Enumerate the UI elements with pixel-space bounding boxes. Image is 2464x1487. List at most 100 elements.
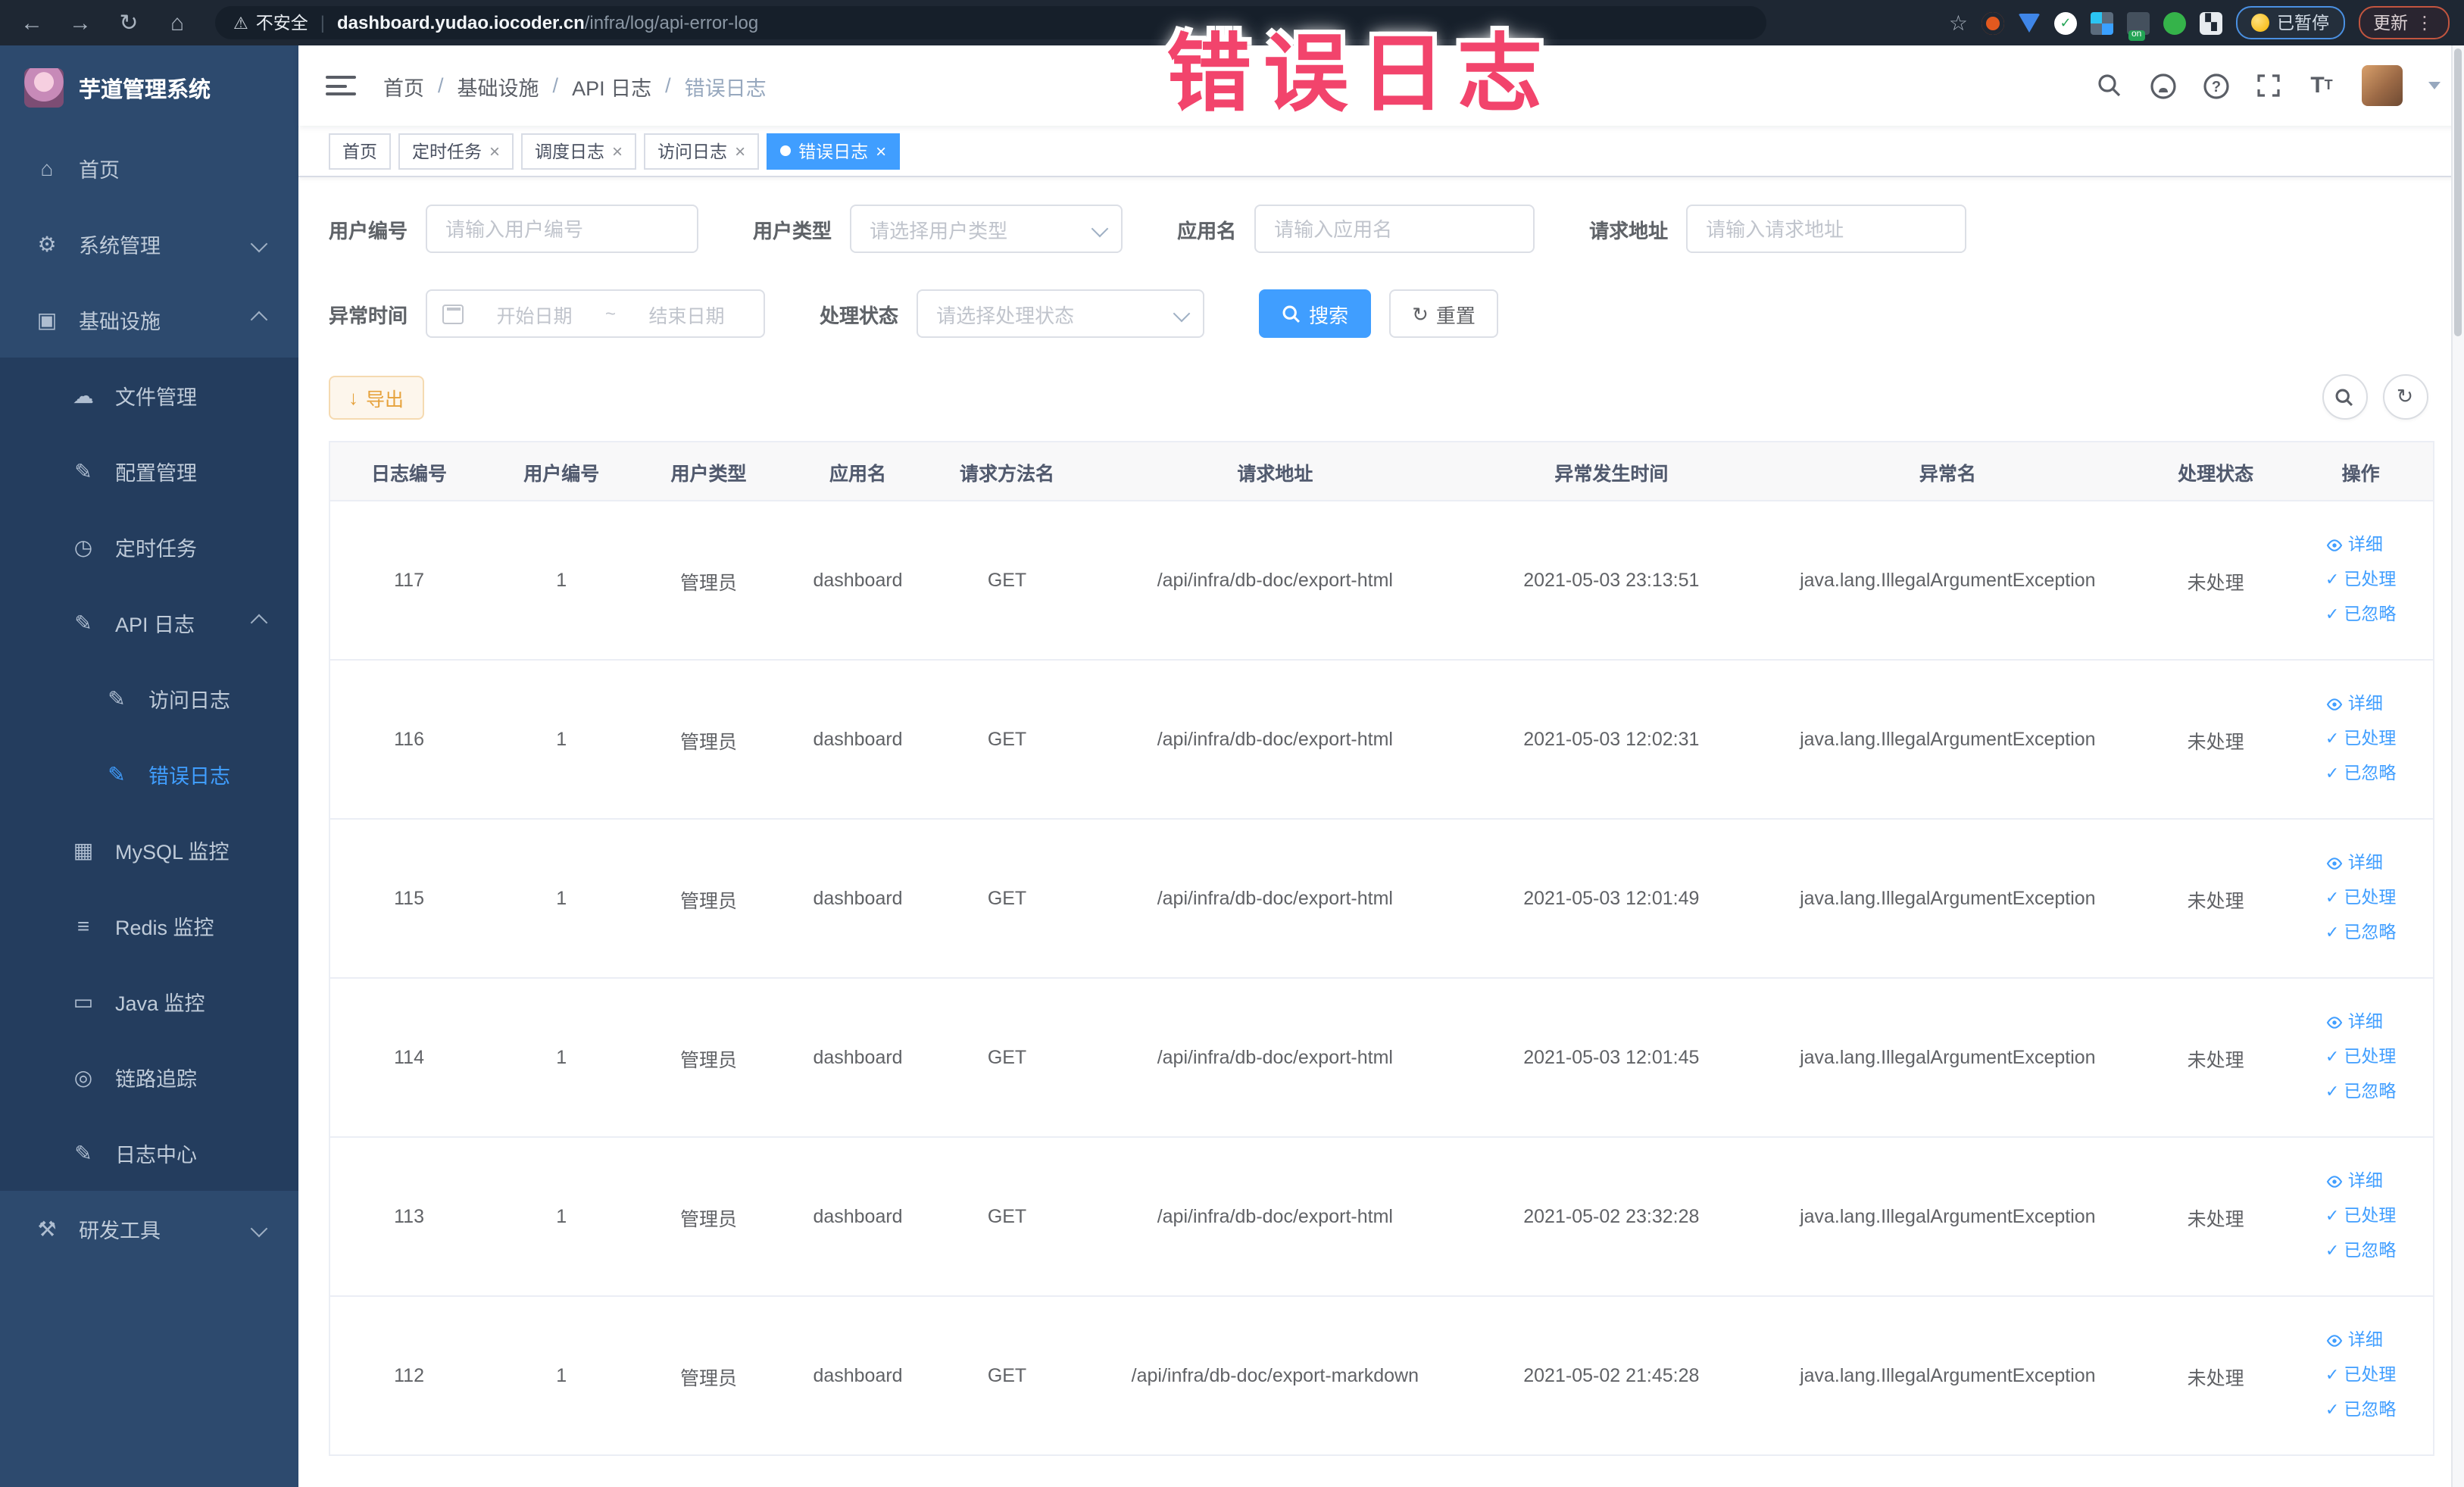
sidebar-item-system[interactable]: ⚙ 系统管理: [0, 206, 298, 282]
op-ignored-link[interactable]: ✓ 已忽略: [2325, 600, 2396, 630]
op-detail-link[interactable]: 详细: [2325, 1167, 2383, 1197]
extensions-puzzle-icon[interactable]: ▚: [2200, 11, 2222, 34]
op-processed-link[interactable]: ✓ 已处理: [2325, 1042, 2396, 1073]
tab-access-log[interactable]: 访问日志 ×: [644, 133, 760, 169]
tab-label: 错误日志: [798, 143, 869, 161]
infra-icon: ▣: [36, 307, 58, 331]
process-status-select[interactable]: 请选择处理状态: [917, 289, 1205, 338]
breadcrumb-item-home[interactable]: 首页: [383, 70, 424, 101]
sidebar-item-api-log[interactable]: ✎ API 日志: [0, 585, 298, 661]
security-label[interactable]: 不安全: [256, 11, 308, 35]
op-processed-link[interactable]: ✓ 已处理: [2325, 1360, 2396, 1391]
op-ignored-link[interactable]: ✓ 已忽略: [2325, 918, 2396, 948]
op-ignored-link[interactable]: ✓ 已忽略: [2325, 1236, 2396, 1267]
logo-row[interactable]: 芋道管理系统: [0, 45, 298, 130]
exception-time-range[interactable]: 开始日期 ~ 结束日期: [426, 289, 766, 338]
export-button[interactable]: ↓ 导出: [329, 375, 424, 419]
update-button[interactable]: 更新 ⋮: [2358, 6, 2449, 39]
home-icon[interactable]: ⌂: [161, 10, 194, 36]
sidebar-item-infra[interactable]: ▣ 基础设施: [0, 282, 298, 358]
sidebar-item-trace[interactable]: ◎ 链路追踪: [0, 1039, 298, 1115]
accesslog-icon: ✎: [108, 686, 126, 710]
search-button[interactable]: 搜索: [1259, 289, 1372, 338]
sidebar-item-mysql[interactable]: ▦ MySQL 监控: [0, 812, 298, 888]
avatar[interactable]: [2361, 65, 2402, 106]
reload-icon[interactable]: ↻: [112, 9, 145, 36]
breadcrumb-item-infra[interactable]: 基础设施: [458, 70, 539, 101]
sidebar-item-config[interactable]: ✎ 配置管理: [0, 433, 298, 509]
op-ignored-link[interactable]: ✓ 已忽略: [2325, 759, 2396, 789]
help-icon[interactable]: ?: [2202, 72, 2229, 99]
sidebar-item-java[interactable]: ▭ Java 监控: [0, 964, 298, 1039]
sidebar-item-error-log[interactable]: ✎ 错误日志: [0, 736, 298, 812]
hamburger-icon[interactable]: [326, 70, 356, 101]
errorlog-icon: ✎: [108, 761, 126, 786]
process-status-label: 处理状态: [820, 304, 899, 326]
toggle-search-button[interactable]: [2322, 374, 2367, 420]
sidebar-item-label: 定时任务: [115, 538, 197, 561]
close-icon[interactable]: ×: [612, 142, 623, 160]
font-size-icon[interactable]: TT: [2308, 72, 2335, 99]
sidebar-item-job[interactable]: ◷ 定时任务: [0, 509, 298, 585]
check-icon: ✓: [2325, 1207, 2340, 1226]
cell-exception: java.lang.IllegalArgumentException: [1753, 1137, 2143, 1297]
extension-orange-icon[interactable]: [1982, 11, 2004, 34]
cell-method: GET: [933, 1296, 1081, 1456]
kebab-menu-icon[interactable]: ⋮: [2416, 12, 2434, 33]
back-icon[interactable]: ←: [15, 10, 48, 36]
url-host: dashboard.yudao.iocoder.cn: [337, 12, 585, 33]
extension-blue-icon[interactable]: [2018, 13, 2041, 33]
github-icon[interactable]: [2149, 72, 2176, 99]
sidebar-item-log-center[interactable]: ✎ 日志中心: [0, 1115, 298, 1191]
forward-icon[interactable]: →: [64, 10, 97, 36]
extension-leaf-icon[interactable]: [2163, 11, 2186, 34]
cell-app: dashboard: [782, 819, 934, 979]
paused-badge[interactable]: 已暂停: [2236, 6, 2344, 39]
check-icon: ✓: [2325, 730, 2340, 748]
sidebar-item-dev-tools[interactable]: ⚒ 研发工具: [0, 1191, 298, 1267]
op-label: 已处理: [2344, 1048, 2397, 1067]
tab-job-log[interactable]: 调度日志 ×: [521, 133, 637, 169]
scrollbar[interactable]: [2450, 45, 2464, 1487]
tab-home[interactable]: 首页: [329, 133, 391, 169]
op-processed-link[interactable]: ✓ 已处理: [2325, 883, 2396, 914]
tab-job[interactable]: 定时任务 ×: [398, 133, 514, 169]
op-ignored-link[interactable]: ✓ 已忽略: [2325, 1395, 2396, 1426]
op-detail-link[interactable]: 详细: [2325, 689, 2383, 720]
user-type-select[interactable]: 请选择用户类型: [850, 205, 1123, 253]
sidebar-item-redis[interactable]: ≡ Redis 监控: [0, 888, 298, 964]
op-processed-link[interactable]: ✓ 已处理: [2325, 724, 2396, 754]
search-icon[interactable]: [2096, 72, 2123, 99]
breadcrumb-item-api-log[interactable]: API 日志: [572, 70, 651, 101]
refresh-table-button[interactable]: ↻: [2382, 374, 2428, 420]
sidebar-item-access-log[interactable]: ✎ 访问日志: [0, 661, 298, 736]
cell-id: 113: [330, 1137, 489, 1297]
sidebar-item-label: 日志中心: [115, 1144, 197, 1167]
fullscreen-icon[interactable]: [2255, 72, 2282, 99]
op-detail-link[interactable]: 详细: [2325, 848, 2383, 879]
close-icon[interactable]: ×: [489, 142, 500, 160]
app-name-input[interactable]: [1254, 205, 1535, 253]
chevron-down-icon[interactable]: [2428, 82, 2440, 89]
op-detail-link[interactable]: 详细: [2325, 1007, 2383, 1038]
op-processed-link[interactable]: ✓ 已处理: [2325, 565, 2396, 595]
sidebar-item-file[interactable]: ☁ 文件管理: [0, 358, 298, 433]
tab-error-log[interactable]: 错误日志 ×: [767, 133, 901, 169]
user-id-input[interactable]: [426, 205, 699, 253]
filter-user-id: 用户编号: [329, 205, 699, 253]
scrollbar-thumb[interactable]: [2453, 48, 2461, 336]
reset-button[interactable]: ↻ 重置: [1389, 289, 1498, 338]
extension-green-check-icon[interactable]: ✓: [2054, 11, 2077, 34]
op-ignored-link[interactable]: ✓ 已忽略: [2325, 1077, 2396, 1107]
close-icon[interactable]: ×: [735, 142, 745, 160]
extension-grid-icon[interactable]: [2091, 11, 2113, 34]
bookmark-star-icon[interactable]: ☆: [1949, 10, 1968, 36]
op-detail-link[interactable]: 详细: [2325, 530, 2383, 561]
close-icon[interactable]: ×: [876, 142, 886, 160]
request-url-input[interactable]: [1686, 205, 1967, 253]
sidebar-item-home[interactable]: ⌂ 首页: [0, 130, 298, 206]
active-dot: [780, 145, 792, 156]
op-processed-link[interactable]: ✓ 已处理: [2325, 1201, 2396, 1232]
extension-on-badge-icon[interactable]: [2127, 11, 2150, 40]
op-detail-link[interactable]: 详细: [2325, 1326, 2383, 1356]
